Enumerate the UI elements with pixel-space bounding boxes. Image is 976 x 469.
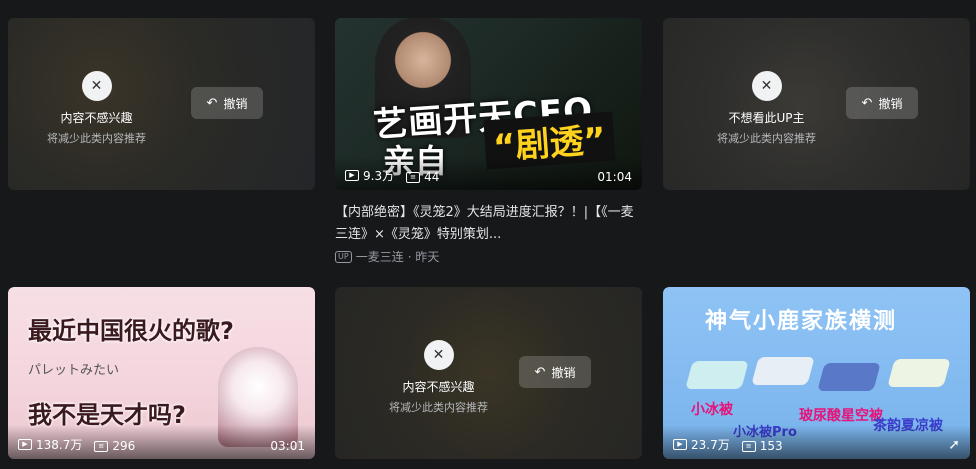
- thumbnail-label-1: 小冰被: [691, 402, 733, 418]
- thumbnail-label-3: 玻尿酸星空被: [799, 408, 883, 424]
- video-author[interactable]: 一麦三连: [356, 248, 404, 265]
- undo-label: 撤销: [878, 96, 903, 111]
- up-badge-icon: UP: [335, 250, 352, 263]
- view-count: ▶ 9.3万: [345, 167, 394, 184]
- play-icon: ▶: [345, 170, 359, 181]
- blanket-image: [685, 361, 749, 389]
- dismissed-title: 内容不感兴趣: [60, 110, 133, 125]
- danmaku-count: ≡ 44: [406, 170, 439, 184]
- feed-card-video-2[interactable]: 最近中国很火的歌? パレットみたい 我不是天才吗? ▶ 138.7万 ≡ 296…: [8, 287, 315, 459]
- video-title[interactable]: 【内部绝密】《灵笼2》大结局进度汇报？！|【《一麦三连》×《灵笼》特别策划...: [335, 202, 642, 246]
- danmaku-count-value: 153: [759, 439, 783, 453]
- undo-icon: ↶: [534, 364, 546, 380]
- view-count: ▶ 23.7万: [673, 436, 730, 453]
- dismissed-subtitle: 将减少此类内容推荐: [717, 131, 816, 145]
- view-count: ▶ 138.7万: [18, 436, 82, 453]
- dislike-face-icon: ✕: [81, 70, 112, 101]
- video-meta: UP 一麦三连 · 昨天: [335, 248, 439, 265]
- video-date: · 昨天: [407, 250, 440, 264]
- dismissed-placeholder: ✕ 不想看此UP主 将减少此类内容推荐 ↶ 撤销: [663, 18, 970, 190]
- share-icon[interactable]: ➚: [948, 437, 960, 453]
- undo-icon: ↶: [206, 95, 218, 111]
- dismissed-title: 内容不感兴趣: [402, 379, 475, 394]
- danmaku-count: ≡ 296: [94, 439, 135, 453]
- play-icon: ▶: [18, 439, 32, 450]
- feed-card-video-3[interactable]: 神气小鹿家族横测 小冰被 小冰被Pro 玻尿酸星空被 茶韵夏凉被 ▶ 23.7万…: [663, 287, 970, 459]
- undo-button[interactable]: ↶ 撤销: [846, 87, 918, 119]
- video-stats-bar: ▶ 9.3万 ≡ 44 01:04: [335, 156, 642, 190]
- danmaku-icon: ≡: [94, 440, 109, 452]
- video-stats-bar: ▶ 138.7万 ≡ 296 03:01: [8, 425, 315, 459]
- danmaku-count: ≡ 153: [741, 439, 783, 453]
- video-duration: 01:04: [597, 170, 632, 184]
- video-thumbnail[interactable]: 神气小鹿家族横测 小冰被 小冰被Pro 玻尿酸星空被 茶韵夏凉被 ▶ 23.7万…: [663, 287, 970, 459]
- feed-card-dismissed-1: ✕ 内容不感兴趣 将减少此类内容推荐 ↶ 撤销: [8, 18, 315, 190]
- thumbnail-title: 神气小鹿家族横测: [705, 309, 898, 334]
- dismissed-subtitle: 将减少此类内容推荐: [389, 400, 488, 414]
- dislike-face-icon: ✕: [423, 339, 454, 370]
- video-thumbnail[interactable]: 艺画开天CEO 亲自 “剧透” ▶ 9.3万 ≡ 44 01:04: [335, 18, 642, 190]
- dismissed-title: 不想看此UP主: [728, 110, 805, 125]
- undo-button[interactable]: ↶ 撤销: [519, 356, 591, 388]
- play-icon: ▶: [673, 439, 687, 450]
- undo-button[interactable]: ↶ 撤销: [191, 87, 263, 119]
- danmaku-icon: ≡: [406, 171, 421, 183]
- undo-label: 撤销: [223, 96, 248, 111]
- feed-card-dismissed-2: ✕ 不想看此UP主 将减少此类内容推荐 ↶ 撤销: [663, 18, 970, 190]
- feed-card-dismissed-3: ✕ 内容不感兴趣 将减少此类内容推荐 ↶ 撤销: [335, 287, 642, 459]
- blanket-image: [887, 359, 951, 387]
- view-count-value: 23.7万: [691, 438, 730, 452]
- view-count-value: 9.3万: [363, 169, 395, 183]
- video-duration: 03:01: [270, 439, 305, 453]
- video-thumbnail[interactable]: 最近中国很火的歌? パレットみたい 我不是天才吗? ▶ 138.7万 ≡ 296…: [8, 287, 315, 459]
- undo-label: 撤销: [551, 365, 576, 380]
- feed-card-video-1[interactable]: 艺画开天CEO 亲自 “剧透” ▶ 9.3万 ≡ 44 01:04 【内部绝密】…: [335, 18, 642, 278]
- danmaku-icon: ≡: [741, 440, 756, 452]
- dismissed-placeholder: ✕ 内容不感兴趣 将减少此类内容推荐 ↶ 撤销: [8, 18, 315, 190]
- blanket-image: [817, 363, 881, 391]
- dismissed-placeholder: ✕ 内容不感兴趣 将减少此类内容推荐 ↶ 撤销: [335, 287, 642, 459]
- thumbnail-text-1: 最近中国很火的歌?: [28, 317, 234, 345]
- danmaku-count-value: 296: [112, 439, 136, 453]
- view-count-value: 138.7万: [36, 438, 83, 452]
- video-stats-bar: ▶ 23.7万 ≡ 153 ➚: [663, 425, 970, 459]
- blanket-image: [751, 357, 815, 385]
- thumbnail-text-jp: パレットみたい: [28, 363, 120, 378]
- danmaku-count-value: 44: [424, 170, 440, 184]
- dislike-face-icon: ✕: [751, 70, 782, 101]
- dismissed-subtitle: 将减少此类内容推荐: [47, 131, 146, 145]
- undo-icon: ↶: [861, 95, 873, 111]
